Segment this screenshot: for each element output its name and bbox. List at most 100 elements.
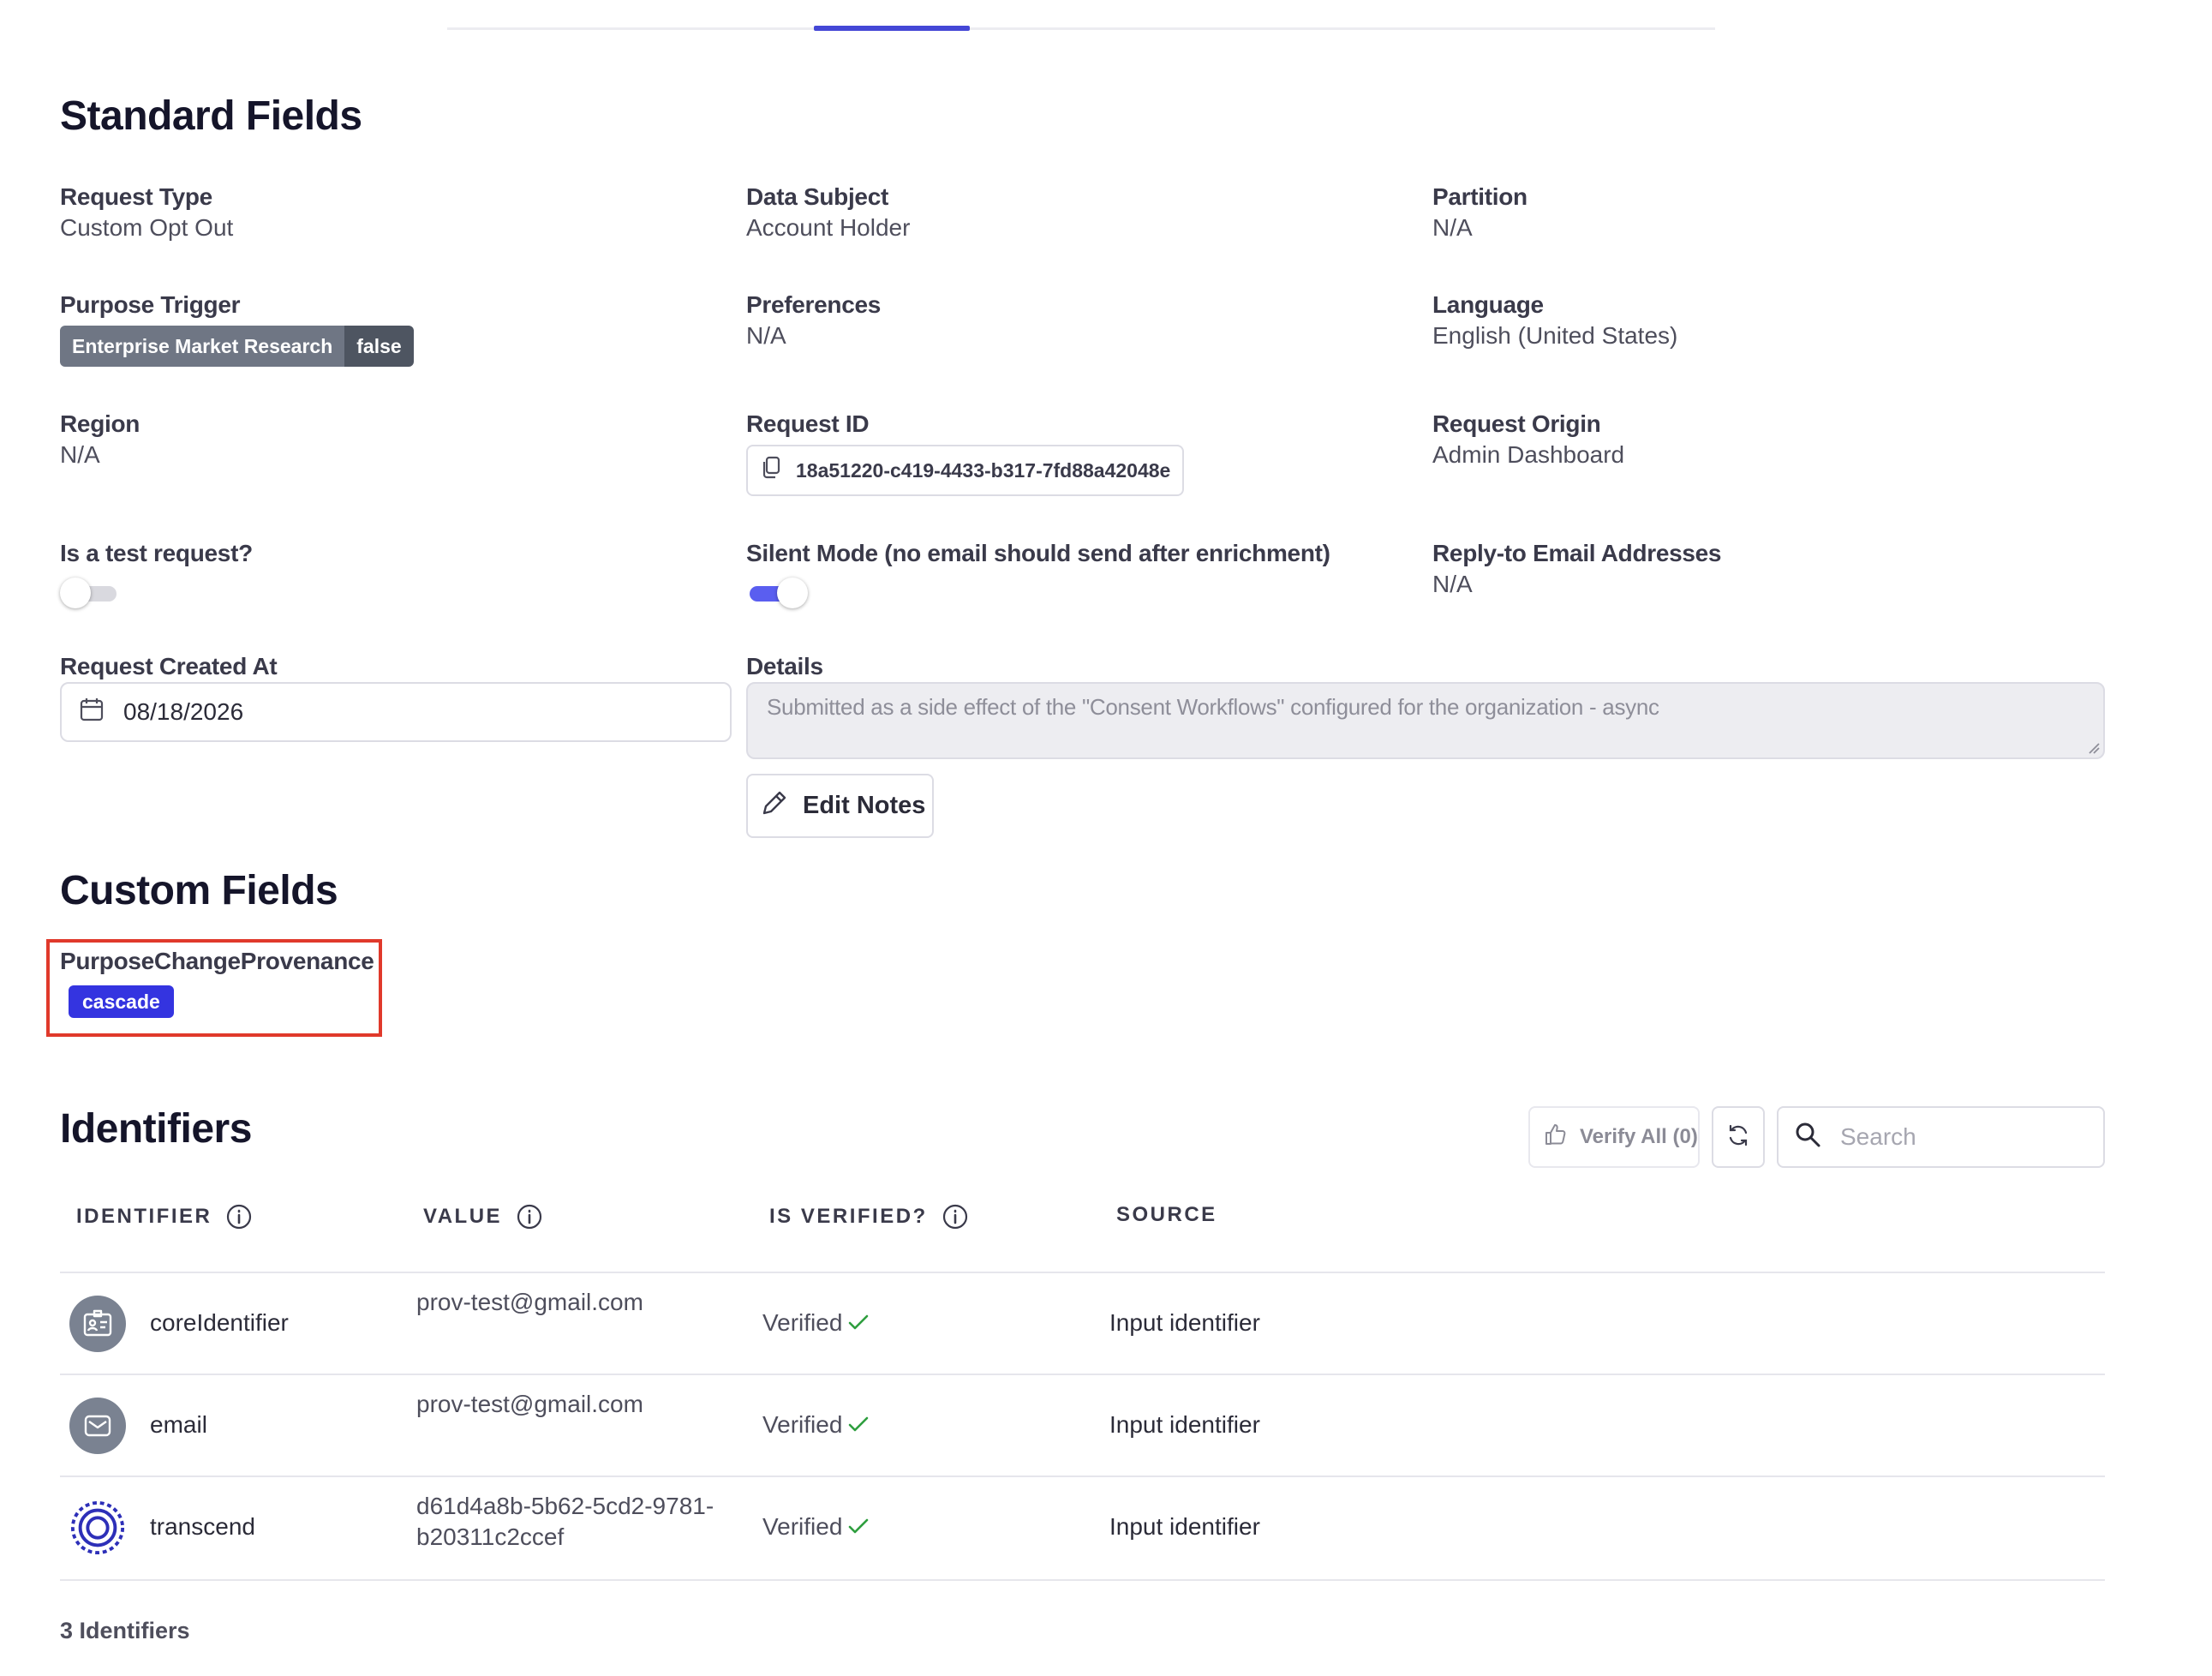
field-region: Region N/A [60,410,140,469]
verified-status: Verified [762,1309,870,1337]
field-label: Is a test request? [60,540,253,566]
verified-status: Verified [762,1411,870,1439]
field-value: N/A [746,322,786,349]
identifier-name: email [150,1411,207,1438]
field-silent-mode: Silent Mode (no email should send after … [746,540,1330,610]
table-row: coreIdentifier prov-test@gmail.com Verif… [60,1272,2105,1375]
field-label: Partition [1432,183,1527,210]
tab-active-indicator [814,26,970,31]
column-header-is-verified: IS VERIFIED? [769,1203,969,1230]
field-is-test: Is a test request? [60,540,253,610]
column-header-identifier: IDENTIFIER [76,1203,253,1230]
info-icon[interactable] [516,1203,543,1230]
info-icon[interactable] [942,1203,969,1230]
purpose-trigger-pill: Enterprise Market Research false [60,326,414,367]
identifier-source: Input identifier [1109,1411,1260,1438]
field-label: Request ID [746,410,870,437]
field-value: English (United States) [1432,322,1678,349]
verified-label: Verified [762,1513,843,1540]
info-icon[interactable] [225,1203,253,1230]
identifier-value: prov-test@gmail.com [416,1289,643,1315]
identifier-source: Input identifier [1109,1309,1260,1336]
table-row: transcend d61d4a8b-5b62-5cd2-9781-b20311… [60,1475,2105,1581]
search-placeholder: Search [1840,1123,1916,1150]
identifier-value: d61d4a8b-5b62-5cd2-9781-b20311c2ccef [416,1493,714,1550]
field-label: Request Origin [1432,410,1601,437]
field-purpose-change-provenance: PurposeChangeProvenance cascade [60,948,374,1018]
edit-notes-label: Edit Notes [803,792,926,819]
field-data-subject: Data Subject Account Holder [746,183,910,242]
field-label: Reply-to Email Addresses [1432,540,1722,566]
column-header-label: IS VERIFIED? [769,1205,928,1228]
search-icon [1794,1121,1821,1154]
column-header-label: SOURCE [1116,1203,1217,1226]
custom-fields-title: Custom Fields [60,868,338,913]
check-icon [849,1416,869,1432]
field-label: Purpose Trigger [60,291,241,318]
copy-icon [760,456,782,485]
field-request-type: Request Type Custom Opt Out [60,183,233,242]
field-preferences: Preferences N/A [746,291,881,350]
resize-grip-icon[interactable] [2088,742,2100,754]
column-header-source: SOURCE [1116,1203,1217,1227]
field-value: Custom Opt Out [60,214,234,241]
purpose-value: false [344,326,414,367]
tab-bar [447,27,1715,30]
request-id-value: 18a51220-c419-4433-b317-7fd88a42048e [796,458,1171,482]
field-partition: Partition N/A [1432,183,1527,242]
field-value: Account Holder [746,214,911,241]
identifier-name: coreIdentifier [150,1309,289,1336]
details-value: Submitted as a side effect of the "Conse… [767,694,1659,720]
check-icon [849,1314,869,1330]
created-at-value: 08/18/2026 [123,698,244,725]
field-value: N/A [60,441,100,468]
field-label: Request Created At [60,653,278,679]
column-header-value: VALUE [423,1203,543,1230]
test-request-toggle[interactable] [60,576,120,610]
request-id-copy-button[interactable]: 18a51220-c419-4433-b317-7fd88a42048e [746,445,1185,496]
table-row: email prov-test@gmail.com Verified Input… [60,1374,2105,1477]
check-icon [849,1518,869,1534]
field-label: Preferences [746,291,882,318]
field-value: Admin Dashboard [1432,441,1625,468]
silent-mode-toggle[interactable] [746,576,808,610]
column-header-label: IDENTIFIER [76,1205,212,1228]
created-at-date-input[interactable]: 08/18/2026 [60,682,732,742]
transcend-logo-icon [69,1499,126,1556]
field-reply-to: Reply-to Email Addresses N/A [1432,540,1722,598]
identifier-name: transcend [150,1513,255,1540]
field-label: Request Type [60,183,212,210]
verified-label: Verified [762,1309,843,1336]
cascade-badge: cascade [69,985,174,1018]
identifiers-title: Identifiers [60,1106,252,1152]
field-request-origin: Request Origin Admin Dashboard [1432,410,1624,469]
calendar-icon [79,697,105,728]
verify-all-button[interactable]: Verify All (0) [1528,1106,1700,1168]
verified-label: Verified [762,1411,843,1438]
field-language: Language English (United States) [1432,291,1677,350]
field-details-label-wrap: Details [746,653,823,680]
field-label: Region [60,410,140,437]
field-label: Language [1432,291,1544,318]
edit-notes-button[interactable]: Edit Notes [746,774,934,838]
column-header-label: VALUE [423,1205,503,1228]
field-label: Details [746,653,823,679]
pencil-icon [760,788,789,824]
field-request-id: Request ID 18a51220-c419-4433-b317-7fd88… [746,410,1185,496]
identifiers-count: 3 Identifiers [60,1618,190,1643]
field-label: Silent Mode (no email should send after … [746,540,1330,566]
verify-all-label: Verify All (0) [1580,1125,1698,1148]
field-value: N/A [1432,214,1473,241]
refresh-icon [1725,1122,1751,1152]
field-created-at-label-wrap: Request Created At [60,653,278,680]
identifier-value: prov-test@gmail.com [416,1391,643,1417]
verified-status: Verified [762,1513,870,1541]
details-textarea[interactable]: Submitted as a side effect of the "Conse… [746,682,2105,759]
refresh-button[interactable] [1712,1106,1765,1168]
field-label: Data Subject [746,183,888,210]
standard-fields-title: Standard Fields [60,93,362,139]
field-value: N/A [1432,571,1473,597]
field-label: PurposeChangeProvenance [60,948,374,974]
field-purpose-trigger: Purpose Trigger Enterprise Market Resear… [60,291,414,367]
search-input[interactable]: Search [1777,1106,2105,1168]
